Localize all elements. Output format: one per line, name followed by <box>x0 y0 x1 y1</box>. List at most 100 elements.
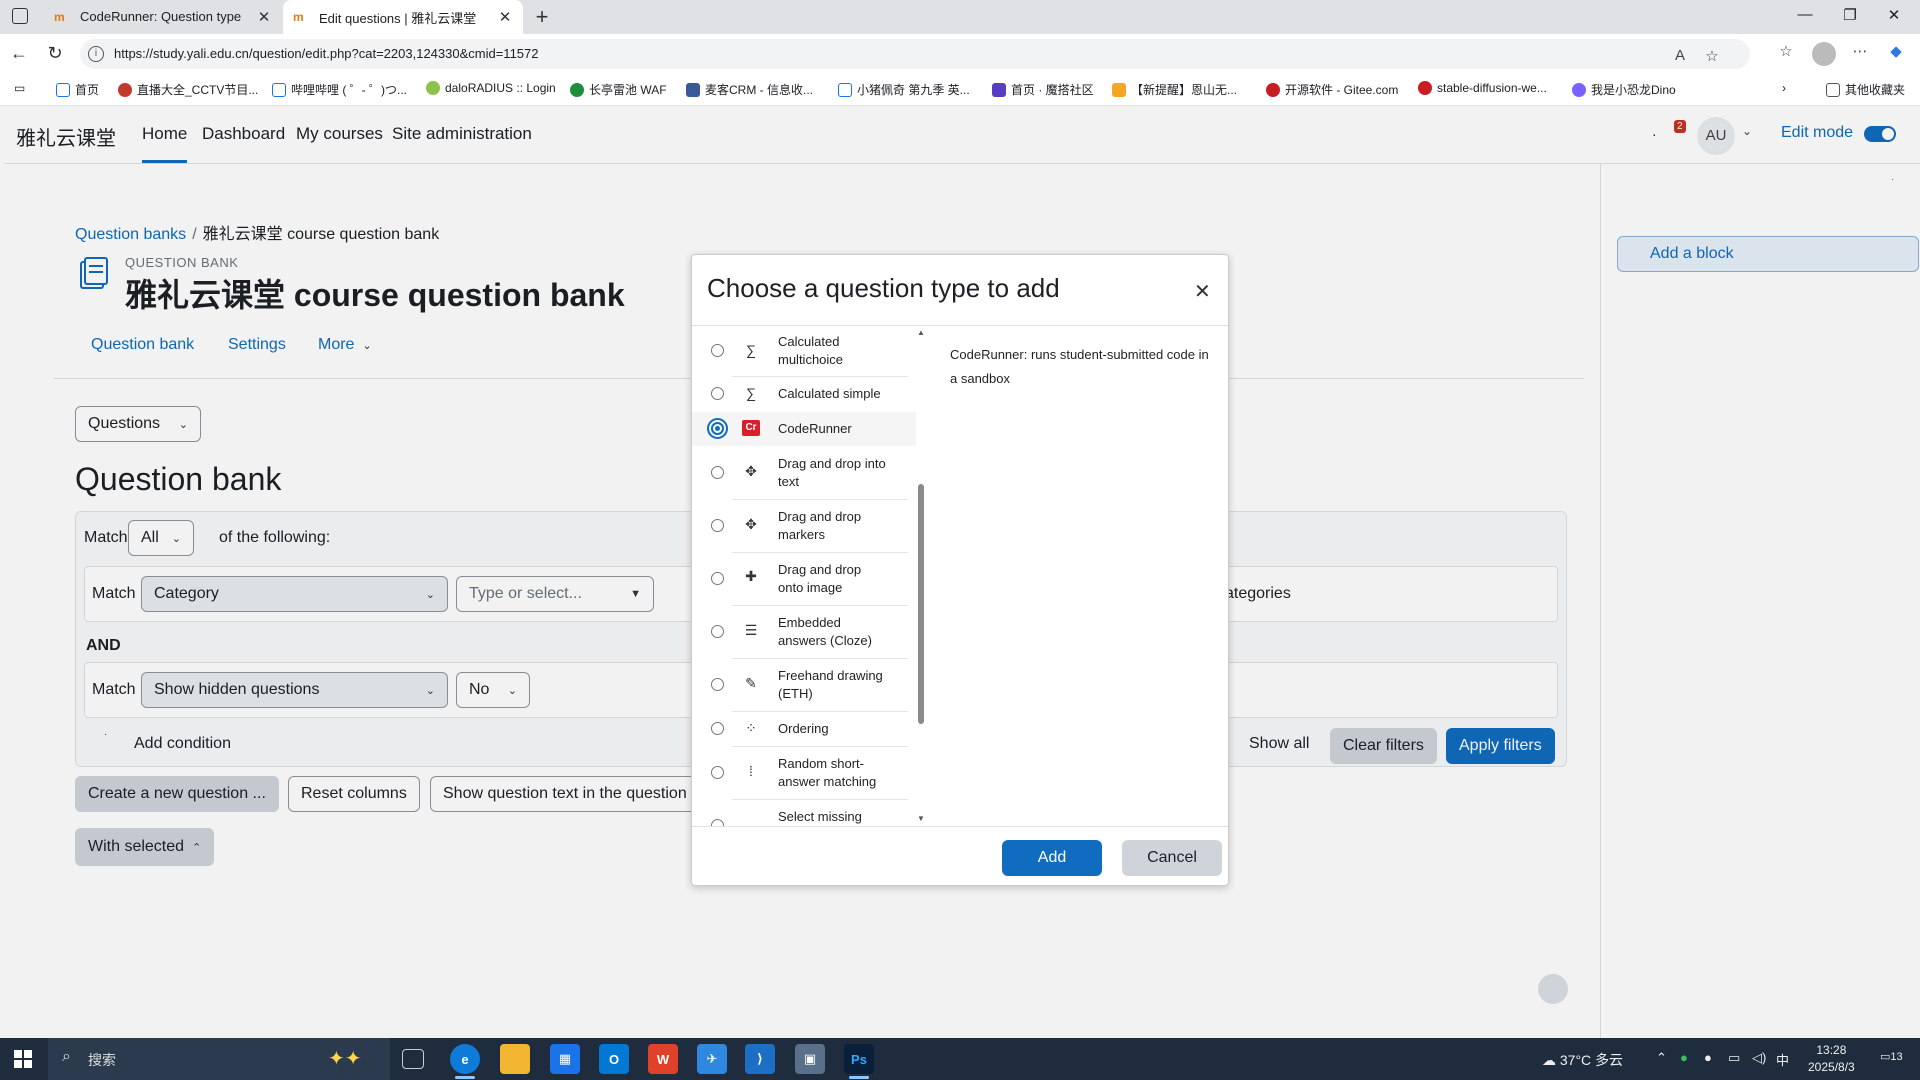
bookmark-item[interactable]: stable-diffusion-we... <box>1418 81 1547 95</box>
remote-desktop-icon[interactable]: ▣ <box>795 1044 825 1074</box>
list-scrollbar[interactable]: ▲ ▼ <box>916 326 926 826</box>
scrollbar-thumb[interactable] <box>918 484 924 724</box>
favorite-star-icon[interactable]: ☆ <box>1702 47 1722 65</box>
cctv-icon <box>118 82 132 97</box>
bookmark-item[interactable]: 小猪佩奇 第九季 英... <box>838 81 970 98</box>
divider <box>692 826 1228 827</box>
new-tab-icon[interactable]: + <box>530 4 554 30</box>
bookmark-item[interactable]: 首页 <box>56 81 99 98</box>
search-input[interactable]: 搜索 <box>88 1050 116 1070</box>
coderunner-icon: Cr <box>742 420 760 436</box>
photoshop-icon[interactable]: Ps <box>844 1044 874 1074</box>
qtype-radio[interactable] <box>711 572 724 585</box>
qtype-freehand[interactable]: ✎ Freehand drawing (ETH) <box>692 659 916 711</box>
scroll-up-icon[interactable]: ▲ <box>917 328 925 337</box>
qtype-coderunner[interactable]: Cr CodeRunner <box>692 412 916 446</box>
qtype-random-match[interactable]: ⁞ Random short-answer matching <box>692 747 916 799</box>
refresh-icon[interactable]: ↻ <box>44 43 66 64</box>
bookmark-item[interactable]: 我是小恐龙Dino <box>1572 81 1676 98</box>
bookmarks-bar: ▭ 首页 直播大全_CCTV节目... 哔哩哔哩 ( ゜- ゜)つ... dal… <box>0 74 1920 106</box>
minimize-icon[interactable]: — <box>1795 6 1815 23</box>
close-icon[interactable]: ✕ <box>256 8 272 26</box>
qtype-radio[interactable] <box>711 387 724 400</box>
outlook-icon[interactable]: O <box>599 1044 629 1074</box>
qtype-drag-drop-image[interactable]: ✚ Drag and drop onto image <box>692 553 916 605</box>
bookmarks-overflow-icon[interactable]: › <box>1782 81 1786 95</box>
help-icon[interactable] <box>1538 974 1568 1004</box>
store-icon[interactable]: ▦ <box>550 1044 580 1074</box>
bilibili-icon <box>56 82 70 97</box>
qtype-drag-drop-text[interactable]: ✥ Drag and drop into text <box>692 447 916 499</box>
system-clock[interactable]: 13:28 2025/8/3 <box>1808 1042 1855 1076</box>
window-close-icon[interactable]: ✕ <box>1884 6 1904 24</box>
qtype-radio[interactable] <box>711 819 724 826</box>
bookmark-item[interactable]: 哔哩哔哩 ( ゜- ゜)つ... <box>272 81 407 98</box>
file-explorer-icon[interactable] <box>500 1044 530 1074</box>
drag-drop-text-icon: ✥ <box>745 463 757 479</box>
qtype-radio[interactable] <box>711 466 724 479</box>
qtype-radio[interactable] <box>711 766 724 779</box>
more-icon[interactable]: ⋯ <box>1850 42 1870 60</box>
network-icon[interactable]: ▭ <box>1728 1050 1740 1066</box>
weather-widget[interactable]: ☁ 37°C 多云 <box>1542 1050 1623 1070</box>
other-bookmarks[interactable]: 其他收藏夹 <box>1826 81 1905 98</box>
bookmark-item[interactable]: 【新提醒】恩山无... <box>1112 81 1237 98</box>
qtype-radio[interactable] <box>711 678 724 691</box>
volume-icon[interactable]: ◁) <box>1752 1050 1766 1066</box>
notification-center[interactable]: ▭13 <box>1880 1050 1903 1063</box>
qtype-radio[interactable] <box>711 344 724 357</box>
copilot-icon[interactable]: ◆ <box>1886 42 1906 60</box>
dino-icon <box>1572 82 1586 97</box>
browser-tab-edit-questions[interactable]: m Edit questions | 雅礼云课堂 ✕ <box>283 0 523 34</box>
bookmark-item[interactable]: 直播大全_CCTV节目... <box>118 81 258 98</box>
qtype-radio[interactable] <box>711 625 724 638</box>
windows-taskbar: ⌕ 搜索 ✦✦ e ▦ O W ✈ ⟩ ▣ Ps ☁ 37°C 多云 ⌃ ● ●… <box>0 1038 1920 1080</box>
qtype-calculated-simple[interactable]: ∑ Calculated simple <box>692 377 916 411</box>
address-bar[interactable]: i https://study.yali.edu.cn/question/edi… <box>80 39 1750 69</box>
bookmark-item[interactable]: 麦客CRM - 信息收... <box>686 81 813 98</box>
bookmark-item[interactable]: 首页 · 魔搭社区 <box>992 81 1094 98</box>
qtype-cloze[interactable]: ☰ Embedded answers (Cloze) <box>692 606 916 658</box>
search-icon: ⌕ <box>62 1048 71 1065</box>
qtype-radio[interactable] <box>711 519 724 532</box>
browser-tab-coderunner[interactable]: m CodeRunner: Question type ✕ <box>44 0 282 33</box>
bookmark-item[interactable]: 长亭雷池 WAF <box>570 81 667 98</box>
close-icon[interactable]: ✕ <box>497 8 513 26</box>
back-icon[interactable]: ← <box>8 43 30 64</box>
qtype-radio[interactable] <box>707 418 728 439</box>
ime-indicator[interactable]: 中 <box>1776 1050 1789 1069</box>
chevron-up-icon[interactable]: ⌃ <box>1656 1050 1667 1066</box>
windows-start-icon[interactable] <box>14 1050 32 1068</box>
wps-icon[interactable]: W <box>648 1044 678 1074</box>
close-icon[interactable]: ✕ <box>1194 279 1211 304</box>
favorites-icon[interactable]: ☆ <box>1776 42 1796 60</box>
restore-icon[interactable]: ❐ <box>1840 6 1860 24</box>
task-view-icon[interactable] <box>402 1049 424 1069</box>
reading-list-icon[interactable]: ▭ <box>14 81 25 95</box>
feishu-icon[interactable]: ✈ <box>697 1044 727 1074</box>
qq-icon[interactable]: ● <box>1704 1050 1712 1065</box>
bookmark-item[interactable]: daloRADIUS :: Login <box>426 81 556 95</box>
qtype-select-missing[interactable]: Select missing <box>692 800 916 826</box>
read-aloud-icon[interactable]: A <box>1670 47 1690 64</box>
qtype-calculated-multichoice[interactable]: ∑ Calculated multichoice <box>692 326 916 376</box>
wechat-icon[interactable]: ● <box>1680 1050 1688 1065</box>
modal-title: Choose a question type to add <box>707 273 1060 303</box>
bookmark-item[interactable]: 开源软件 - Gitee.com <box>1266 81 1398 98</box>
add-button[interactable]: Add <box>1002 840 1102 876</box>
taskbar-search[interactable]: ⌕ 搜索 ✦✦ <box>48 1038 390 1080</box>
scroll-down-icon[interactable]: ▼ <box>917 814 925 823</box>
profile-icon[interactable] <box>1812 42 1836 66</box>
calculated-multichoice-icon: ∑ <box>746 342 756 358</box>
cancel-button[interactable]: Cancel <box>1122 840 1222 876</box>
tab-actions-icon[interactable] <box>12 8 28 24</box>
vscode-icon[interactable]: ⟩ <box>745 1044 775 1074</box>
edge-icon[interactable]: e <box>450 1044 480 1074</box>
site-info-icon[interactable]: i <box>88 46 104 62</box>
qtype-drag-drop-markers[interactable]: ✥ Drag and drop markers <box>692 500 916 552</box>
qtype-label: Select missing <box>778 809 862 824</box>
question-type-list[interactable]: ∑ Calculated multichoice ∑ Calculated si… <box>692 326 916 826</box>
url-text[interactable]: https://study.yali.edu.cn/question/edit.… <box>114 46 539 61</box>
qtype-radio[interactable] <box>711 722 724 735</box>
qtype-ordering[interactable]: ⁘ Ordering <box>692 712 916 746</box>
